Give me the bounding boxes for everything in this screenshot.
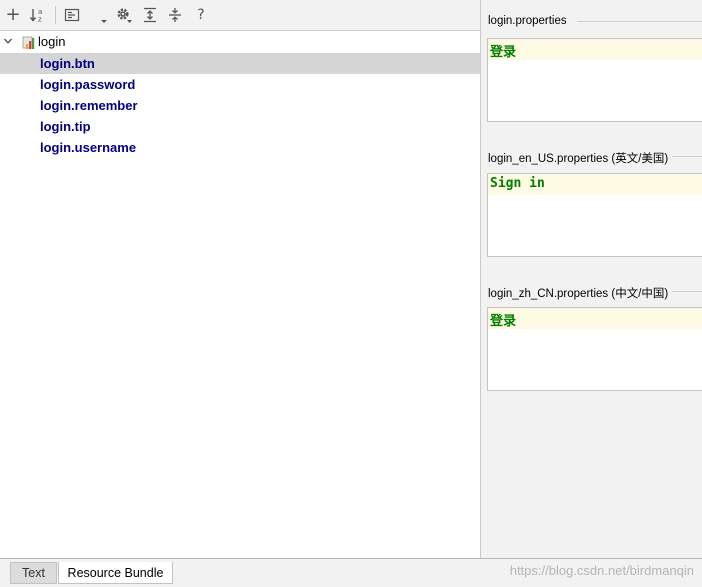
tree-key-item[interactable]: login.password: [0, 74, 480, 95]
group-icon: [64, 8, 80, 22]
expand-all-button[interactable]: [141, 6, 159, 24]
value-text: 登录: [490, 314, 517, 329]
section-divider: [672, 291, 702, 292]
translations-panel: login.properties 登录 login_en_US.properti…: [482, 0, 702, 558]
help-button[interactable]: ?: [192, 6, 210, 24]
tab-resource-bundle[interactable]: Resource Bundle: [58, 562, 173, 584]
expand-all-icon: [144, 7, 156, 23]
tree-key-label: login.tip: [40, 119, 91, 134]
tree-key-label: login.btn: [40, 56, 95, 71]
tree-key-item[interactable]: login.remember: [0, 95, 480, 116]
tree-key-label: login.password: [40, 77, 136, 92]
editor-title-zh-cn: login_zh_CN.properties (中文/中国): [488, 288, 669, 300]
svg-text:z: z: [38, 16, 42, 24]
editor-title-en-us: login_en_US.properties (英文/美国): [488, 153, 669, 165]
tree-key-item[interactable]: login.btn: [0, 53, 480, 74]
plus-icon: +: [5, 4, 21, 25]
gear-icon: [117, 8, 132, 23]
value-text: Sign in: [490, 176, 545, 191]
add-property-button[interactable]: +: [4, 6, 22, 24]
dropdown-arrow-icon: [101, 20, 107, 23]
tree-root-label: login: [38, 34, 66, 49]
tree-key-item[interactable]: login.username: [0, 137, 480, 158]
resource-bundle-icon: [22, 36, 35, 49]
current-line-highlight: [488, 308, 702, 329]
editor-zh-cn-value[interactable]: 登录: [487, 307, 702, 391]
sort-az-icon: a z: [29, 8, 42, 24]
toolbar-separator: [55, 6, 56, 24]
tab-text[interactable]: Text: [10, 562, 57, 584]
tree-root-login[interactable]: login: [0, 32, 480, 53]
tree-key-item[interactable]: login.tip: [0, 116, 480, 137]
editor-title-default: login.properties: [488, 15, 567, 27]
tree-key-label: login.remember: [40, 98, 138, 113]
sort-alphabetically-button[interactable]: a z: [29, 6, 47, 24]
section-divider: [672, 156, 702, 157]
tree-key-label: login.username: [40, 140, 137, 155]
dropdown-button[interactable]: [95, 6, 113, 24]
editor-tab-bar: Text Resource Bundle https://blog.csdn.n…: [0, 558, 702, 587]
collapse-all-button[interactable]: [166, 6, 184, 24]
group-by-prefix-button[interactable]: [63, 6, 81, 24]
editor-en-us-value[interactable]: Sign in: [487, 173, 702, 257]
help-icon: ?: [197, 7, 205, 23]
collapse-all-icon: [169, 8, 181, 22]
value-text: 登录: [490, 45, 517, 60]
watermark: https://blog.csdn.net/birdmanqin: [509, 563, 694, 578]
current-line-highlight: [488, 39, 702, 60]
settings-button[interactable]: [115, 6, 133, 24]
properties-tree-panel: + a z ? login login.btn login.password l…: [0, 0, 481, 558]
section-divider: [577, 21, 702, 22]
tree-toolbar: + a z ?: [0, 0, 480, 31]
chevron-down-icon[interactable]: [3, 36, 13, 46]
editor-default-value[interactable]: 登录: [487, 38, 702, 122]
